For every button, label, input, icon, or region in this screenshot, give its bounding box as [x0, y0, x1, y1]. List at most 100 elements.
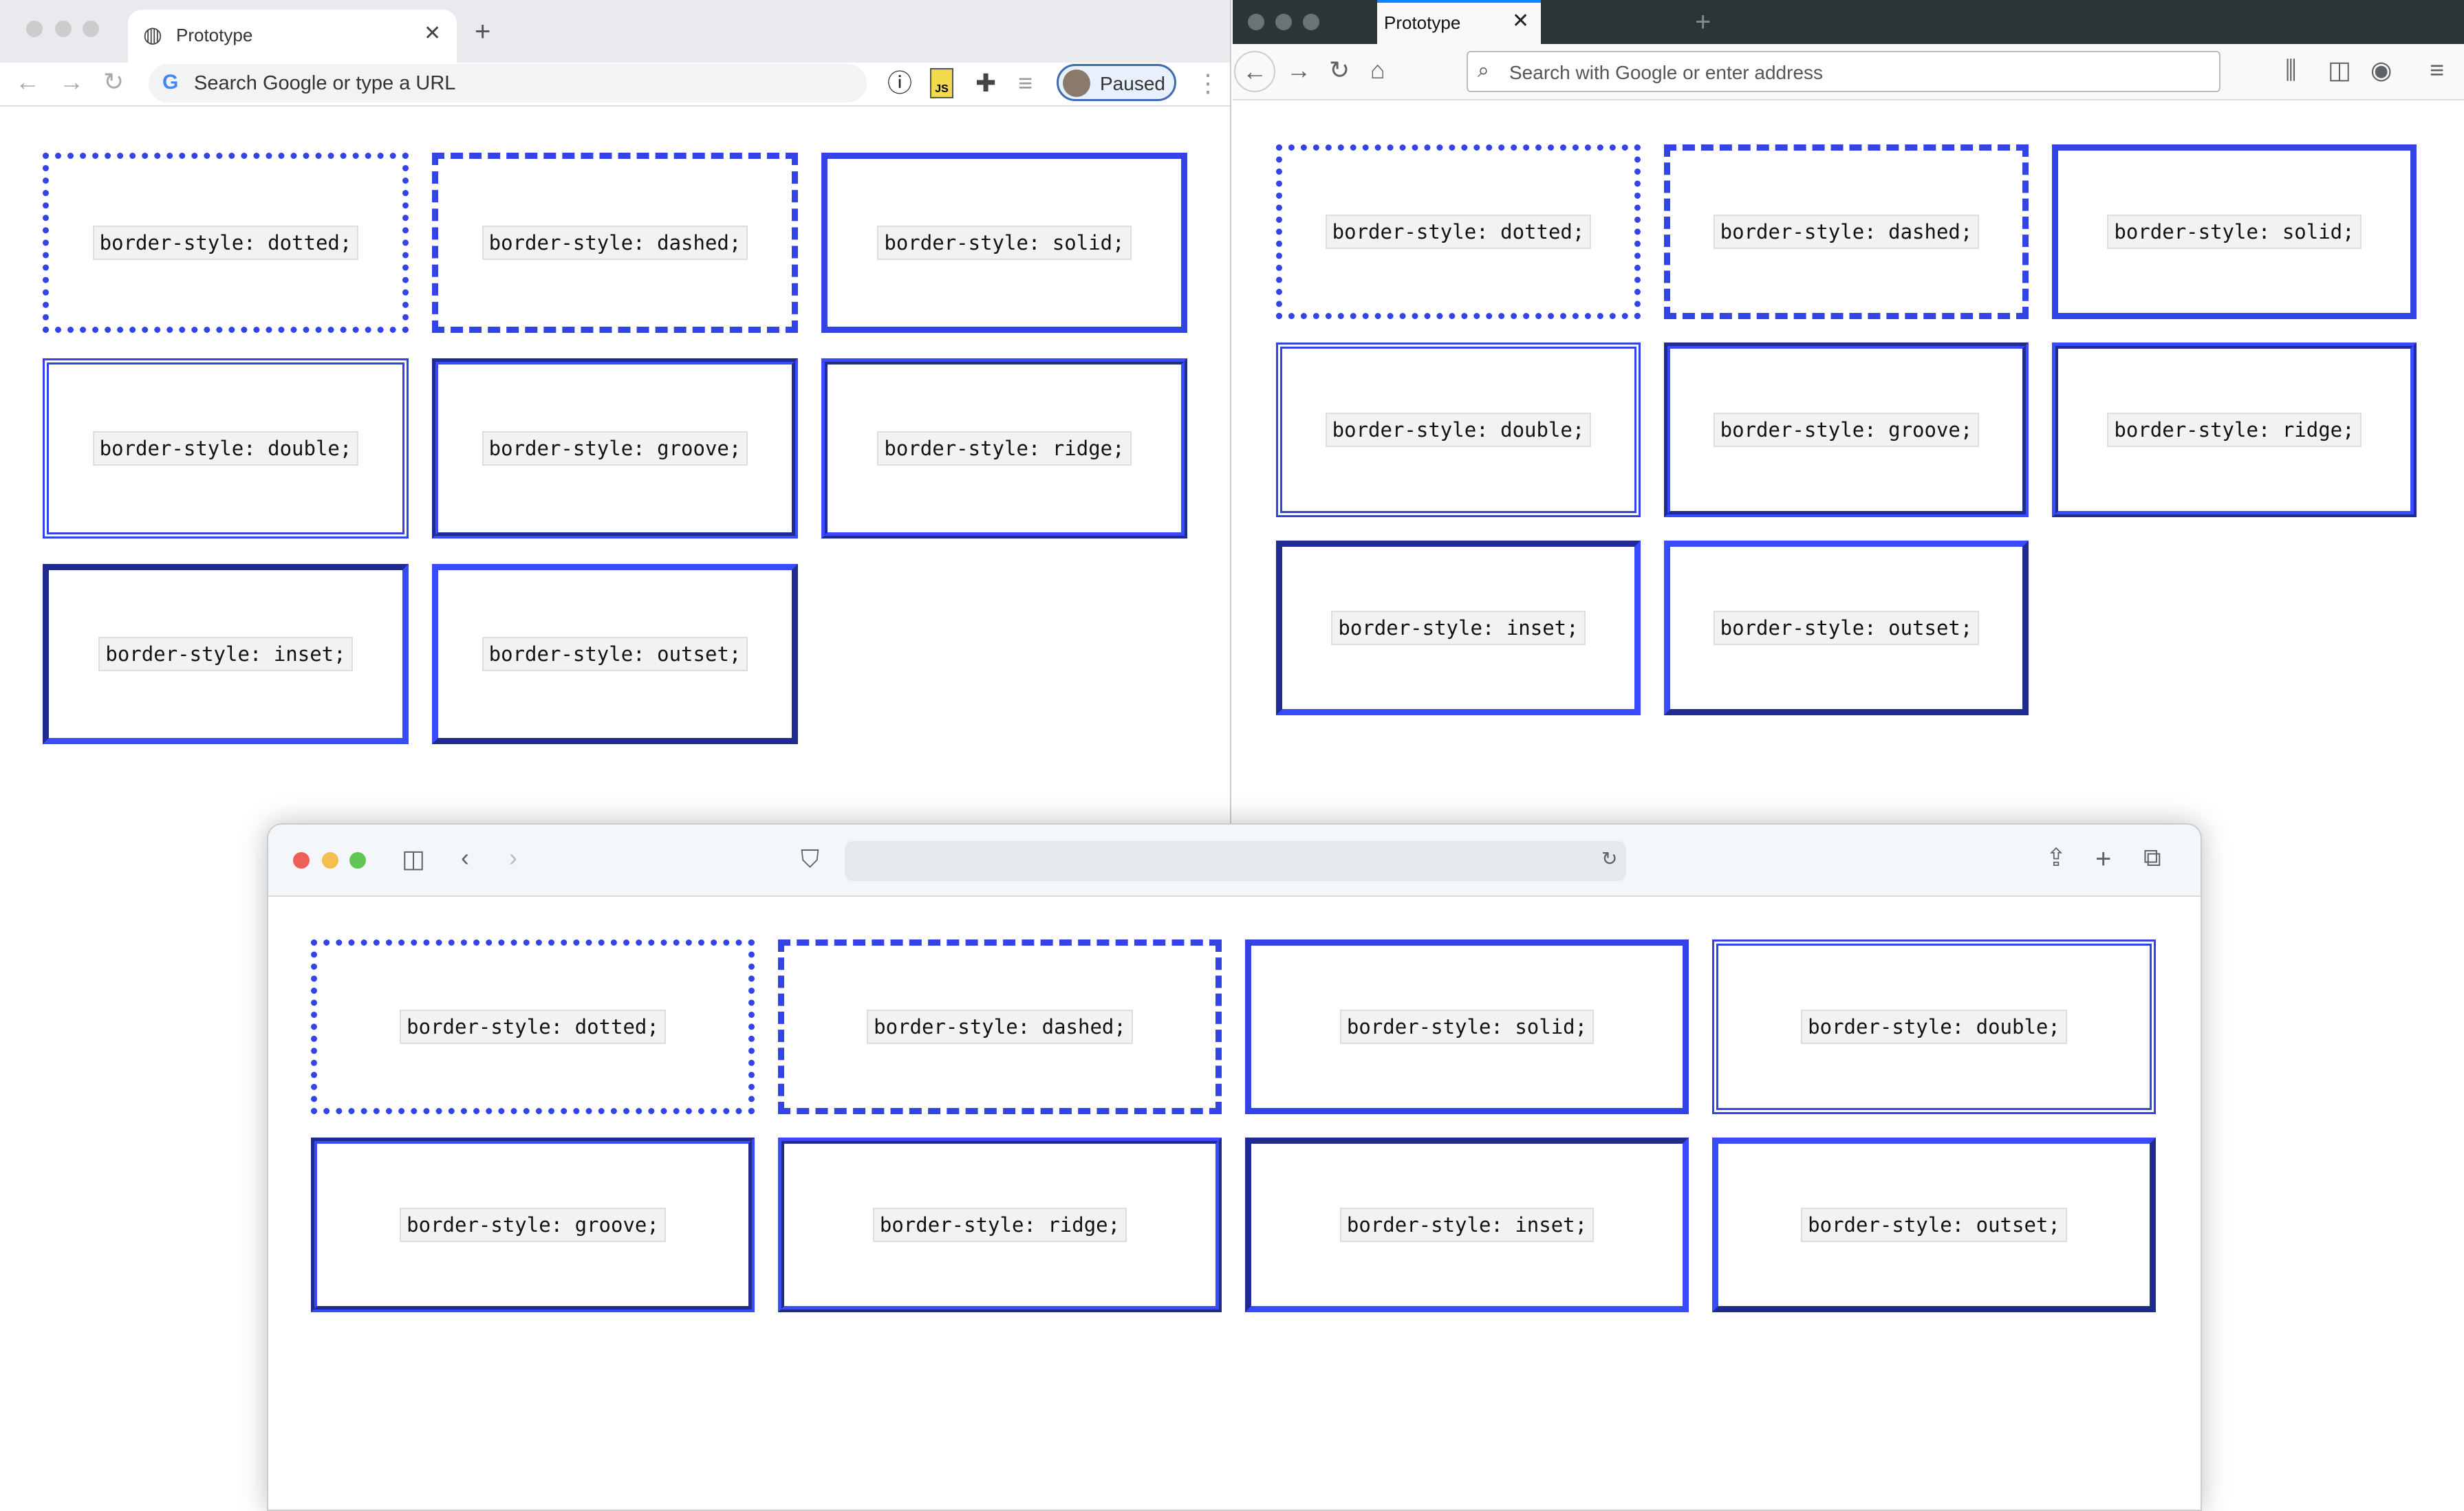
- border-style-box-solid: border-style: solid;: [1245, 939, 1689, 1114]
- media-control-icon[interactable]: ≡: [1018, 71, 1033, 96]
- library-icon[interactable]: ⫼: [2285, 58, 2297, 83]
- border-style-label: border-style: double;: [92, 431, 359, 466]
- border-style-box-dashed: border-style: dashed;: [778, 939, 1222, 1114]
- back-icon[interactable]: ←: [1234, 51, 1275, 92]
- privacy-shield-icon: ⛉: [801, 845, 820, 873]
- menu-dots-icon[interactable]: ⋮: [1196, 71, 1220, 96]
- tab-overview-icon[interactable]: ⧉: [2143, 845, 2161, 870]
- border-style-label: border-style: solid;: [2107, 215, 2362, 249]
- border-style-box-dashed: border-style: dashed;: [1664, 144, 2029, 319]
- border-style-label: border-style: dotted;: [92, 226, 359, 260]
- account-icon[interactable]: ◉: [2370, 58, 2392, 83]
- border-style-label: border-style: outset;: [1801, 1208, 2067, 1242]
- firefox-tab[interactable]: Prototype ✕: [1377, 0, 1541, 44]
- border-style-box-ridge: border-style: ridge;: [821, 358, 1187, 539]
- profile-button[interactable]: Paused: [1057, 64, 1176, 101]
- border-style-box-dotted: border-style: dotted;: [311, 939, 755, 1114]
- border-style-label: border-style: solid;: [877, 226, 1132, 260]
- minimize-window-button[interactable]: [322, 852, 338, 869]
- border-style-label: border-style: solid;: [1339, 1010, 1595, 1044]
- new-tab-button[interactable]: +: [2095, 845, 2111, 873]
- border-style-box-inset: border-style: inset;: [1276, 541, 1641, 715]
- chrome-tab-bar: ◍ Prototype ✕ +: [0, 0, 1230, 63]
- new-tab-button[interactable]: +: [1695, 8, 1711, 36]
- js-extension-icon[interactable]: JS: [930, 68, 953, 98]
- border-style-box-double: border-style: double;: [1276, 343, 1641, 517]
- back-icon[interactable]: ←: [15, 69, 40, 94]
- border-style-box-dotted: border-style: dotted;: [1276, 144, 1641, 319]
- border-style-label: border-style: dashed;: [867, 1010, 1133, 1044]
- address-bar[interactable]: ⌕ Search with Google or enter address: [1467, 51, 2220, 92]
- forward-icon[interactable]: →: [1286, 58, 1311, 83]
- border-style-box-groove: border-style: groove;: [432, 358, 798, 539]
- border-style-box-solid: border-style: solid;: [821, 153, 1187, 333]
- profile-status: Paused: [1100, 73, 1165, 94]
- zoom-window-button[interactable]: [1303, 14, 1319, 30]
- close-tab-icon[interactable]: ✕: [1512, 11, 1529, 32]
- border-style-box-outset: border-style: outset;: [432, 564, 798, 744]
- safari-window: ◫ ‹ › ⛉ ↻ ⇪ + ⧉ border-style: dotted; bor…: [267, 823, 2202, 1511]
- close-window-button[interactable]: [1248, 14, 1264, 30]
- tab-title: Prototype: [176, 25, 253, 45]
- border-style-label: border-style: double;: [1325, 413, 1592, 447]
- border-style-label: border-style: inset;: [98, 637, 353, 671]
- border-style-label: border-style: double;: [1801, 1010, 2067, 1044]
- border-style-box-inset: border-style: inset;: [43, 564, 409, 744]
- border-style-label: border-style: groove;: [400, 1208, 666, 1242]
- avatar: [1063, 69, 1090, 97]
- minimize-window-button[interactable]: [55, 21, 72, 37]
- border-style-label: border-style: inset;: [1331, 611, 1586, 645]
- border-style-box-ridge: border-style: ridge;: [778, 1138, 1222, 1312]
- chrome-toolbar: ← → ↻ G Search Google or type a URL ⓘ JS…: [0, 63, 1230, 107]
- border-style-box-dotted: border-style: dotted;: [43, 153, 409, 333]
- border-style-label: border-style: groove;: [482, 431, 748, 466]
- forward-icon[interactable]: ›: [509, 845, 517, 870]
- close-tab-icon[interactable]: ✕: [424, 23, 441, 44]
- border-style-box-outset: border-style: outset;: [1712, 1138, 2156, 1312]
- hamburger-menu-icon[interactable]: ≡: [2430, 58, 2444, 83]
- password-manager-icon[interactable]: ⓘ: [887, 71, 912, 96]
- sidebar-icon[interactable]: ◫: [2328, 58, 2351, 83]
- border-style-box-solid: border-style: solid;: [2052, 144, 2417, 319]
- border-style-label: border-style: dotted;: [400, 1010, 666, 1044]
- extensions-puzzle-icon[interactable]: ✚: [975, 71, 996, 96]
- border-style-label: border-style: inset;: [1339, 1208, 1595, 1242]
- border-style-box-ridge: border-style: ridge;: [2052, 343, 2417, 517]
- close-window-button[interactable]: [26, 21, 43, 37]
- reload-icon[interactable]: ↻: [103, 69, 124, 94]
- border-style-label: border-style: outset;: [1713, 611, 1980, 645]
- forward-icon[interactable]: →: [59, 69, 84, 94]
- share-icon[interactable]: ⇪: [2046, 845, 2066, 870]
- chrome-window: ◍ Prototype ✕ + ← → ↻ G Search Google or…: [0, 0, 1231, 825]
- safari-toolbar: ◫ ‹ › ⛉ ↻ ⇪ + ⧉: [268, 825, 2201, 897]
- new-tab-button[interactable]: +: [475, 18, 490, 45]
- border-style-label: border-style: groove;: [1713, 413, 1980, 447]
- reload-icon[interactable]: ↻: [1601, 849, 1617, 869]
- border-style-box-dashed: border-style: dashed;: [432, 153, 798, 333]
- border-style-label: border-style: dashed;: [1713, 215, 1980, 249]
- omnibox[interactable]: G Search Google or type a URL: [149, 64, 867, 102]
- firefox-toolbar: ← → ↻ ⌂ ⌕ Search with Google or enter ad…: [1233, 44, 2464, 100]
- chrome-tab[interactable]: ◍ Prototype ✕: [128, 10, 457, 63]
- reload-icon[interactable]: ↻: [1329, 58, 1350, 83]
- sidebar-icon[interactable]: ◫: [402, 847, 425, 871]
- border-style-label: border-style: ridge;: [877, 431, 1132, 466]
- address-placeholder: Search with Google or enter address: [1509, 62, 1824, 83]
- search-icon: ⌕: [1478, 59, 1489, 82]
- firefox-window: Prototype ✕ + ← → ↻ ⌂ ⌕ Search with Goog…: [1233, 0, 2464, 825]
- home-icon[interactable]: ⌂: [1370, 58, 1385, 83]
- back-icon[interactable]: ‹: [461, 845, 469, 870]
- firefox-tab-bar: Prototype ✕ +: [1233, 0, 2464, 44]
- close-window-button[interactable]: [293, 852, 310, 869]
- border-style-box-double: border-style: double;: [43, 358, 409, 539]
- border-style-label: border-style: dotted;: [1325, 215, 1592, 249]
- zoom-window-button[interactable]: [349, 852, 366, 869]
- border-style-label: border-style: ridge;: [872, 1208, 1127, 1242]
- globe-icon: ◍: [143, 22, 162, 47]
- zoom-window-button[interactable]: [83, 21, 99, 37]
- address-bar[interactable]: ↻: [845, 841, 1626, 881]
- minimize-window-button[interactable]: [1275, 14, 1292, 30]
- border-style-label: border-style: ridge;: [2107, 413, 2362, 447]
- tab-title: Prototype: [1384, 12, 1461, 33]
- border-style-box-inset: border-style: inset;: [1245, 1138, 1689, 1312]
